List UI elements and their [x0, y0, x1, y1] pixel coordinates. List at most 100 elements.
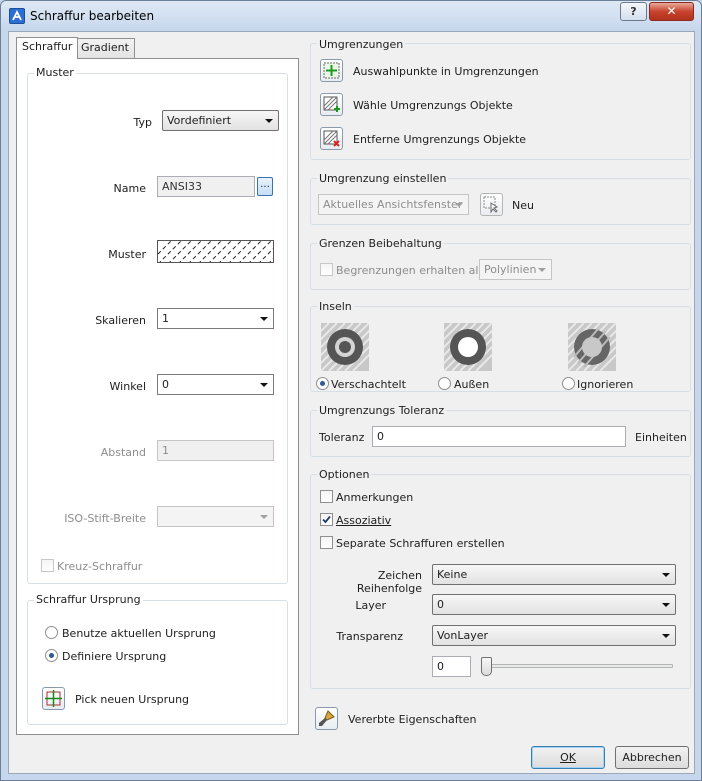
inseln-group-label: Inseln — [317, 300, 354, 313]
abstand-label: Abstand — [100, 446, 146, 459]
chevron-down-icon — [260, 515, 268, 519]
title-bar[interactable]: Schraffur bearbeiten ? ✕ — [1, 1, 701, 31]
umgrenzungen-group-label: Umgrenzungen — [317, 38, 406, 51]
ansichtsfenster-value: Aktuelles Ansichtsfenster — [323, 198, 463, 211]
ignorieren-label: Ignorieren — [577, 378, 634, 391]
typ-value: Vordefiniert — [167, 114, 232, 127]
assoziativ-checkbox[interactable] — [320, 513, 333, 526]
kreuz-schraffur-checkbox[interactable] — [41, 559, 54, 572]
hatch-pattern-icon — [158, 241, 273, 262]
polylinien-value: Polylinien — [484, 263, 537, 276]
aussen-radio[interactable] — [438, 377, 451, 390]
layer-value: 0 — [437, 598, 444, 611]
separate-checkbox[interactable] — [320, 536, 333, 549]
reihenfolge-dropdown[interactable]: Keine — [432, 564, 676, 585]
checkmark-icon — [322, 515, 331, 524]
kreuz-schraffur-label: Kreuz-Schraffur — [57, 560, 143, 573]
abstand-field[interactable]: 1 — [157, 440, 274, 461]
pick-points-label: Auswahlpunkte in Umgrenzungen — [353, 65, 539, 78]
schraffur-tab-panel: Muster Typ Vordefiniert Name ANSI33 ... … — [16, 58, 299, 735]
tab-schraffur[interactable]: Schraffur — [16, 37, 79, 59]
select-objects-icon — [323, 96, 340, 112]
pick-points-icon — [323, 62, 340, 79]
remove-objects-button[interactable] — [320, 127, 343, 150]
reihenfolge-value: Keine — [437, 568, 468, 581]
iso-combo[interactable] — [157, 506, 274, 527]
anmerkungen-checkbox[interactable] — [320, 490, 333, 503]
app-icon — [9, 8, 25, 24]
pick-origin-label: Pick neuen Ursprung — [75, 693, 190, 706]
winkel-value: 0 — [162, 378, 169, 391]
aussen-preview[interactable] — [444, 323, 492, 371]
muster-preview-label: Muster — [108, 248, 146, 261]
anmerkungen-label: Anmerkungen — [336, 491, 414, 504]
transparenz-slider-thumb[interactable] — [481, 657, 492, 676]
muster-group: Muster Typ Vordefiniert Name ANSI33 ... … — [27, 66, 288, 584]
transparenz-label: Transparenz — [336, 630, 403, 643]
verschachtelt-preview[interactable] — [321, 323, 369, 371]
optionen-group: Optionen Anmerkungen Assoziativ Separate… — [310, 468, 691, 689]
chevron-down-icon — [455, 203, 463, 207]
ignorieren-preview[interactable] — [568, 323, 616, 371]
pattern-preview[interactable] — [157, 240, 274, 263]
help-button[interactable]: ? — [620, 2, 647, 21]
begrenzungen-checkbox[interactable] — [320, 263, 333, 276]
browse-pattern-button[interactable]: ... — [257, 177, 273, 196]
skalieren-value: 1 — [162, 312, 169, 325]
chevron-down-icon — [662, 573, 670, 577]
separate-label: Separate Schraffuren erstellen — [336, 537, 505, 550]
aussen-label: Außen — [454, 378, 490, 391]
ursprung-group: Schraffur Ursprung Benutze aktuellen Urs… — [27, 593, 288, 725]
paintbrush-icon — [319, 710, 335, 726]
transparenz-slider-track[interactable] — [483, 664, 673, 668]
transparenz-dropdown[interactable]: VonLayer — [432, 625, 676, 646]
ok-button[interactable]: OK — [531, 746, 605, 769]
select-cursor-icon — [483, 196, 499, 213]
transparenz-amount-input[interactable]: 0 — [432, 656, 471, 677]
new-boundary-button[interactable] — [480, 193, 503, 216]
close-button[interactable]: ✕ — [649, 2, 694, 21]
ursprung-aktuell-label: Benutze aktuellen Ursprung — [62, 627, 216, 640]
winkel-combo[interactable]: 0 — [157, 374, 274, 395]
chevron-down-icon — [260, 383, 268, 387]
name-field[interactable]: ANSI33 — [157, 176, 255, 197]
ignorieren-radio[interactable] — [562, 377, 575, 390]
umgrenzungen-group: Umgrenzungen Auswahlpunkte in Umgrenzung… — [310, 38, 691, 160]
verschachtelt-label: Verschachtelt — [331, 378, 406, 391]
toleranz-group-label: Umgrenzungs Toleranz — [317, 404, 447, 417]
pick-points-button[interactable] — [320, 59, 343, 82]
chevron-down-icon — [265, 119, 273, 123]
begrenzungen-label: Begrenzungen erhalten als — [336, 264, 485, 277]
ursprung-definiere-label: Definiere Ursprung — [62, 650, 167, 663]
select-objects-label: Wähle Umgrenzungs Objekte — [353, 99, 513, 112]
skalieren-label: Skalieren — [95, 314, 146, 327]
optionen-group-label: Optionen — [317, 468, 372, 481]
toleranz-group: Umgrenzungs Toleranz Toleranz 0 Einheite… — [310, 404, 691, 457]
ursprung-aktuell-radio[interactable] — [45, 626, 58, 639]
outer-island-icon — [444, 323, 492, 371]
tab-gradient[interactable]: Gradient — [75, 38, 135, 58]
polylinien-dropdown[interactable]: Polylinien — [479, 259, 552, 280]
verschachtelt-radio[interactable] — [316, 377, 329, 390]
umgrenzung-einstellen-group: Umgrenzung einstellen Aktuelles Ansichts… — [310, 172, 691, 225]
ok-label: OK — [560, 751, 576, 764]
typ-label: Typ — [133, 116, 153, 129]
name-label: Name — [113, 182, 146, 195]
inseln-group: Inseln Verschachtelt Außen Ignorieren — [310, 300, 691, 392]
pick-origin-button[interactable] — [42, 687, 65, 710]
inherit-properties-label: Vererbte Eigenschaften — [348, 713, 477, 726]
select-objects-button[interactable] — [320, 93, 343, 116]
umgrenzung-einstellen-label: Umgrenzung einstellen — [317, 172, 449, 185]
grenzen-group-label: Grenzen Beibehaltung — [317, 237, 444, 250]
reihenfolge-label: Zeichen Reihenfolge — [356, 569, 422, 595]
skalieren-combo[interactable]: 1 — [157, 308, 274, 329]
nested-island-icon — [321, 323, 369, 371]
layer-dropdown[interactable]: 0 — [432, 594, 676, 615]
iso-label: ISO-Stift-Breite — [64, 512, 146, 525]
inherit-properties-button[interactable] — [315, 707, 338, 730]
ursprung-definiere-radio[interactable] — [45, 649, 58, 662]
ansichtsfenster-dropdown[interactable]: Aktuelles Ansichtsfenster — [318, 194, 469, 215]
typ-dropdown[interactable]: Vordefiniert — [162, 110, 279, 131]
cancel-button[interactable]: Abbrechen — [615, 746, 689, 769]
toleranz-input[interactable]: 0 — [372, 426, 626, 447]
